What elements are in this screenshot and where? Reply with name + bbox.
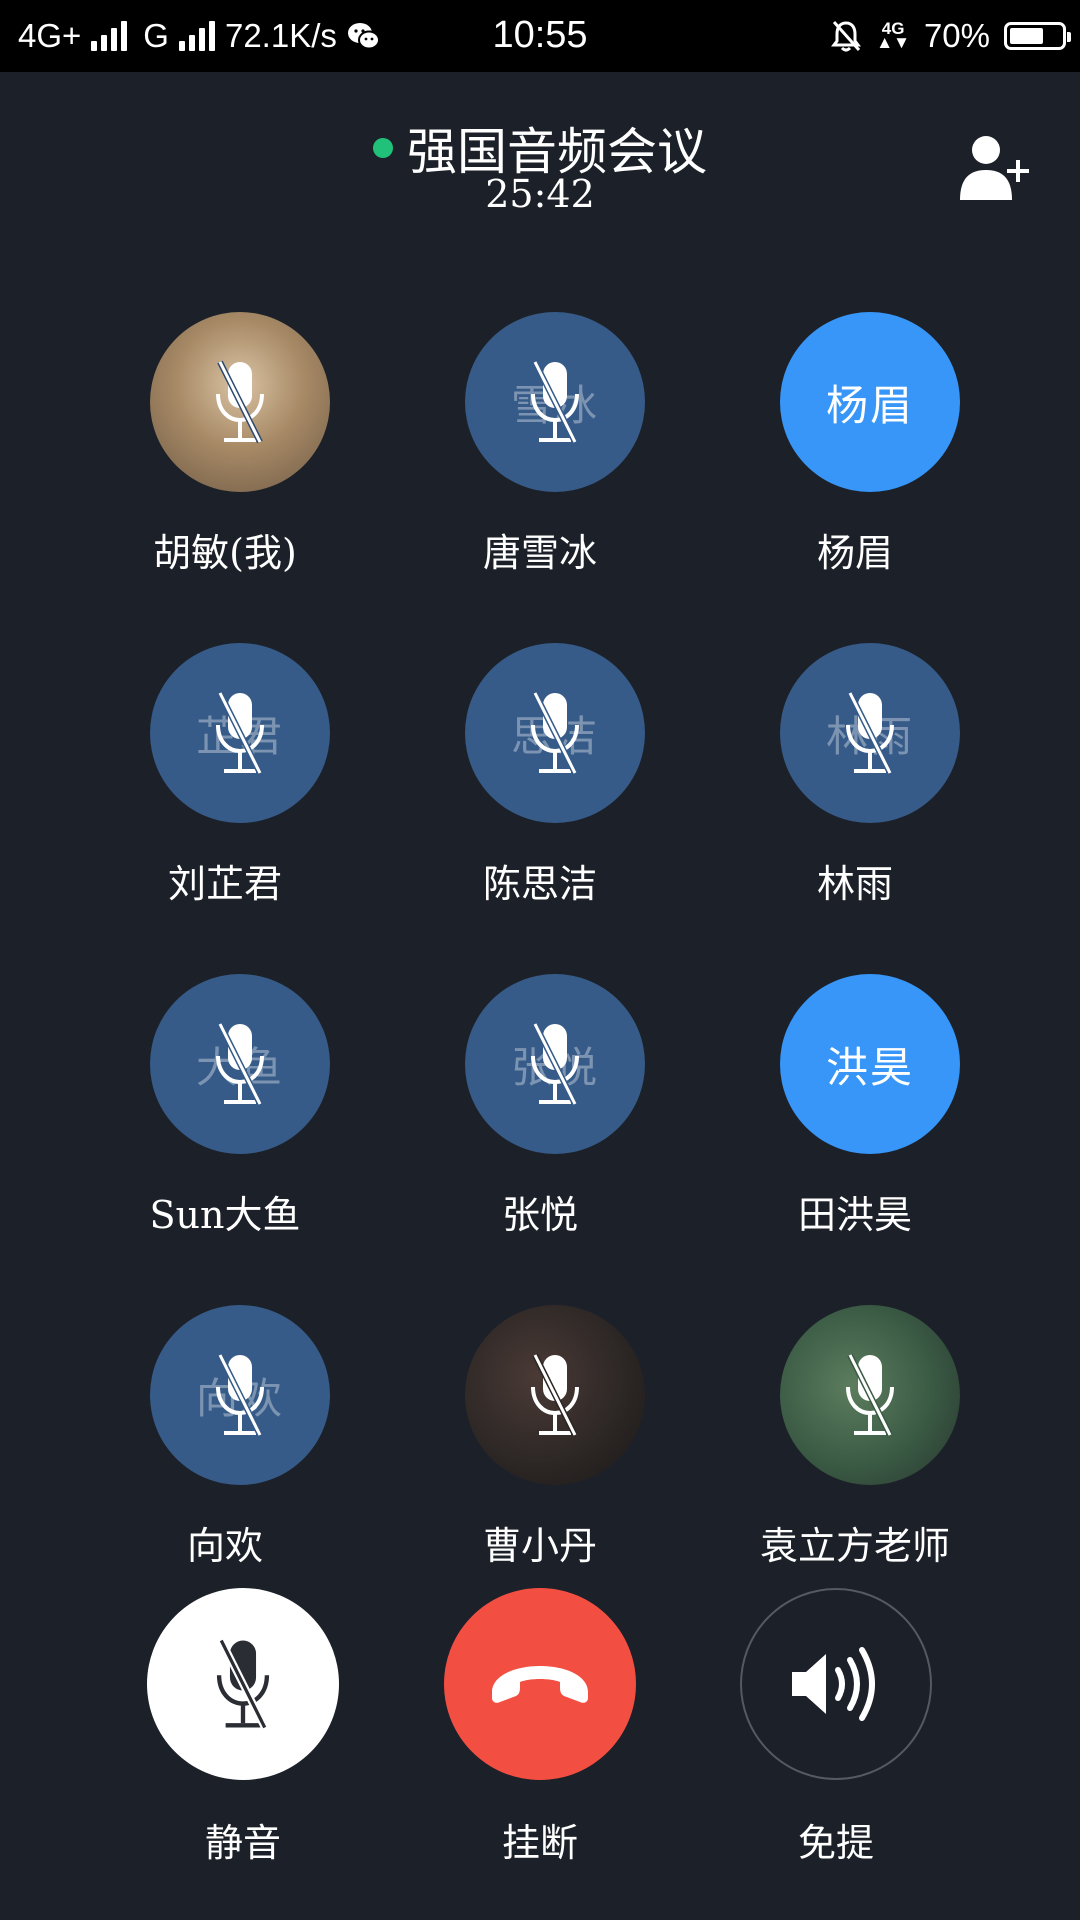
participant-name: 刘芷君 bbox=[167, 862, 282, 906]
call-controls: 静音 挂断 免提 bbox=[0, 1580, 1080, 1920]
mic-muted-icon bbox=[216, 1353, 264, 1437]
avatar: 芷君 bbox=[150, 643, 330, 823]
mic-muted-icon bbox=[531, 360, 579, 444]
participant-tile[interactable]: 大鱼 Sun大鱼 bbox=[75, 974, 375, 1274]
participant-tile[interactable]: 曹小丹 bbox=[390, 1305, 690, 1605]
mic-muted-icon bbox=[216, 1638, 270, 1730]
alarm-muted-icon bbox=[831, 21, 862, 52]
participant-name: 向欢 bbox=[186, 1524, 263, 1568]
hangup-button[interactable] bbox=[444, 1588, 636, 1780]
participant-tile[interactable]: 向欢 向欢 bbox=[75, 1305, 375, 1605]
speaker-control: 免提 bbox=[736, 1588, 936, 1867]
mic-muted-icon bbox=[846, 691, 894, 775]
participant-tile[interactable]: 林雨 林雨 bbox=[705, 643, 1005, 943]
avatar bbox=[150, 312, 330, 492]
participant-tile[interactable]: 杨眉 杨眉 bbox=[705, 312, 1005, 612]
avatar bbox=[465, 1305, 645, 1485]
status-bar: 4G+ G 72.1K/s 10:55 4G ▲▼ 70% bbox=[0, 0, 1080, 72]
avatar bbox=[780, 1305, 960, 1485]
mic-muted-icon bbox=[531, 691, 579, 775]
avatar: 洪昊 bbox=[780, 974, 960, 1154]
hangup-icon bbox=[492, 1666, 588, 1703]
call-status-dot bbox=[373, 138, 393, 158]
participant-tile[interactable]: 张悦 张悦 bbox=[390, 974, 690, 1274]
participant-tile[interactable]: 芷君 刘芷君 bbox=[75, 643, 375, 943]
mute-button[interactable] bbox=[147, 1588, 339, 1780]
participant-name: 陈思洁 bbox=[482, 862, 597, 906]
call-duration: 25:42 bbox=[485, 172, 595, 216]
mic-muted-icon bbox=[216, 1022, 264, 1106]
participant-name: 杨眉 bbox=[816, 531, 893, 575]
call-header: 强国音频会议 25:42 bbox=[0, 72, 1080, 222]
participant-name: 张悦 bbox=[501, 1193, 578, 1237]
participant-tile[interactable]: 雪冰 唐雪冰 bbox=[390, 312, 690, 612]
participant-name: 田洪昊 bbox=[797, 1193, 912, 1237]
mic-muted-icon bbox=[216, 691, 264, 775]
battery-percent: 70% bbox=[923, 17, 990, 54]
avatar: 思洁 bbox=[465, 643, 645, 823]
avatar: 雪冰 bbox=[465, 312, 645, 492]
add-user-icon[interactable] bbox=[958, 132, 1034, 202]
participant-tile[interactable]: 袁立方老师 bbox=[705, 1305, 1005, 1605]
participant-tile[interactable]: 洪昊 田洪昊 bbox=[705, 974, 1005, 1274]
participant-tile[interactable]: 思洁 陈思洁 bbox=[390, 643, 690, 943]
avatar: 杨眉 bbox=[780, 312, 960, 492]
mic-muted-icon bbox=[216, 360, 264, 444]
mic-muted-icon bbox=[846, 1353, 894, 1437]
avatar: 向欢 bbox=[150, 1305, 330, 1485]
avatar: 林雨 bbox=[780, 643, 960, 823]
participant-name: 曹小丹 bbox=[482, 1524, 597, 1568]
hangup-control: 挂断 bbox=[440, 1588, 640, 1867]
participant-name: 林雨 bbox=[816, 862, 893, 906]
speaker-icon bbox=[792, 1647, 875, 1721]
speaker-label: 免提 bbox=[797, 1821, 874, 1865]
participant-name: 胡敏(我) bbox=[153, 531, 297, 575]
mute-control: 静音 bbox=[143, 1588, 343, 1867]
mute-label: 静音 bbox=[204, 1821, 281, 1865]
battery-icon bbox=[1004, 22, 1071, 50]
participant-name: Sun大鱼 bbox=[149, 1193, 301, 1237]
speaker-button[interactable] bbox=[740, 1588, 932, 1780]
avatar: 张悦 bbox=[465, 974, 645, 1154]
mic-muted-icon bbox=[531, 1022, 579, 1106]
hangup-label: 挂断 bbox=[501, 1821, 578, 1865]
participant-tile[interactable]: 胡敏(我) bbox=[75, 312, 375, 612]
participant-name: 袁立方老师 bbox=[759, 1524, 950, 1568]
network-type-tertiary: 4G ▲▼ bbox=[876, 19, 910, 52]
mic-muted-icon bbox=[531, 1353, 579, 1437]
participant-name: 唐雪冰 bbox=[482, 531, 597, 575]
avatar: 大鱼 bbox=[150, 974, 330, 1154]
